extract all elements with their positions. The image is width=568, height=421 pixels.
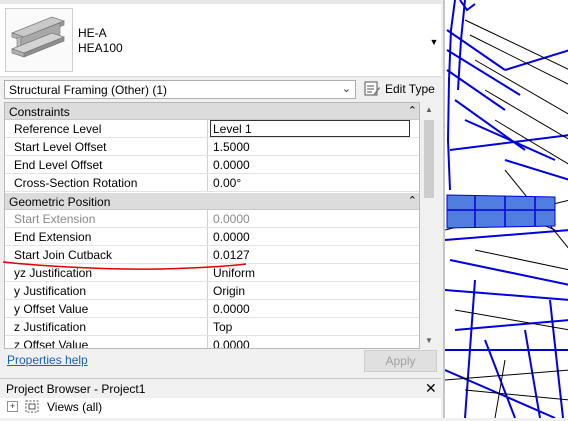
project-browser-tree: + Views (all) xyxy=(0,398,441,418)
apply-button[interactable]: Apply xyxy=(364,350,437,372)
drawing-view-canvas[interactable] xyxy=(443,0,568,419)
project-browser-title: Project Browser - Project1 xyxy=(6,382,146,396)
views-icon xyxy=(25,400,39,413)
views-all-item[interactable]: Views (all) xyxy=(47,400,102,414)
close-icon[interactable]: ✕ xyxy=(425,380,437,397)
properties-help-link[interactable]: Properties help xyxy=(7,353,88,367)
project-browser-header: Project Browser - Project1 ✕ xyxy=(0,378,441,399)
expand-icon[interactable]: + xyxy=(7,401,18,412)
properties-panel: HE-A HEA100 ▼ Structural Framing (Other)… xyxy=(0,0,441,418)
model-lines-graphic xyxy=(444,0,568,419)
